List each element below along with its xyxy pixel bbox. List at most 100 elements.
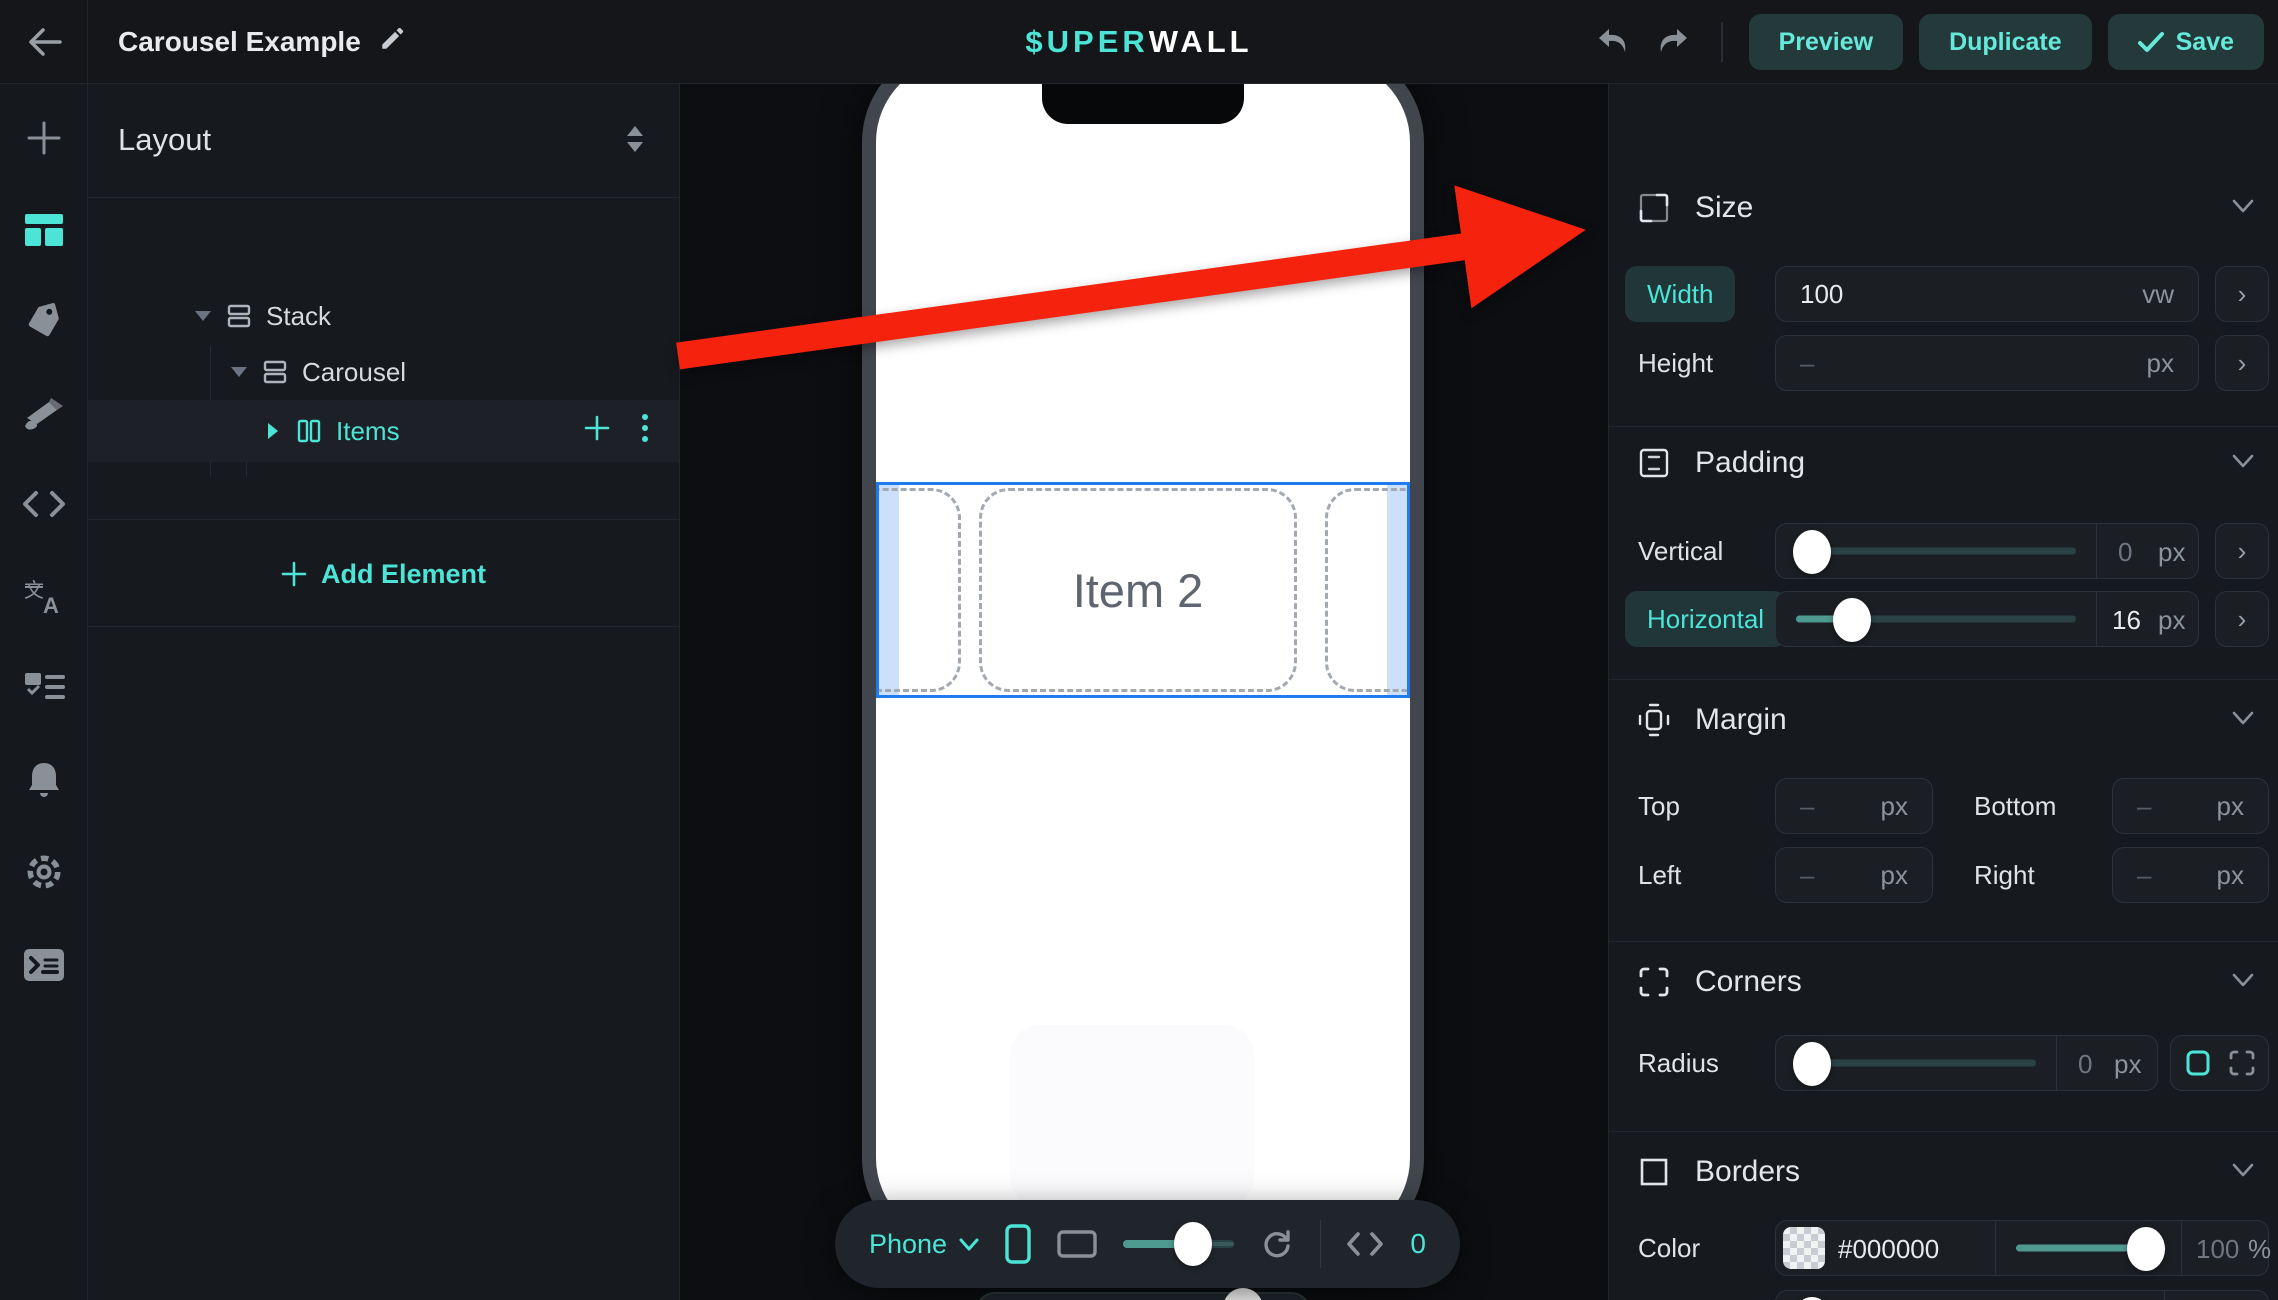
width-label-pill[interactable]: Width [1625, 266, 1735, 322]
width-input[interactable]: 100 vw [1775, 266, 2199, 322]
caret-down-icon[interactable] [226, 365, 252, 379]
arrow-left-icon [26, 27, 62, 57]
phone-screen[interactable]: Item 2 Items [876, 84, 1410, 1240]
undo-button[interactable] [1591, 20, 1635, 64]
add-icon[interactable] [0, 108, 88, 168]
tag-icon[interactable] [0, 291, 88, 351]
terminal-icon[interactable] [0, 935, 88, 995]
collapse-chevron-icon[interactable] [2232, 711, 2254, 730]
tree-node-items-selected[interactable]: Items [88, 400, 679, 462]
sort-layers-icon[interactable] [623, 124, 647, 159]
height-expand-button[interactable]: › [2215, 335, 2269, 391]
portrait-phone-icon[interactable] [1005, 1224, 1031, 1264]
tree-node-label: Stack [266, 301, 331, 332]
duplicate-button[interactable]: Duplicate [1919, 14, 2092, 70]
tree-node-carousel[interactable]: Carousel [88, 344, 679, 400]
border-color-row: #000000 100 % [1775, 1220, 2269, 1276]
left-icon-rail: 文A [0, 84, 88, 1300]
bell-icon[interactable] [0, 750, 88, 810]
height-input[interactable]: – px [1775, 335, 2199, 391]
collapse-chevron-icon[interactable] [2232, 199, 2254, 218]
horizontal-padding-slider[interactable]: 16 px [1775, 591, 2199, 647]
padding-section-header[interactable]: Padding [1637, 435, 2254, 491]
carousel-item-3[interactable] [1325, 488, 1410, 692]
plus-icon [281, 561, 307, 587]
selection-tag: Items [876, 482, 946, 484]
zoom-slider-knob[interactable] [1174, 1222, 1212, 1266]
horizontal-expand-button[interactable]: › [2215, 591, 2269, 647]
radius-slider[interactable]: 0 px [1775, 1035, 2158, 1091]
stack-node-icon [226, 303, 252, 329]
save-button[interactable]: Save [2108, 14, 2264, 70]
padding-icon [1637, 446, 1671, 480]
color-swatch[interactable] [1783, 1227, 1825, 1269]
margin-bottom-input[interactable]: –px [2112, 778, 2269, 834]
preview-button[interactable]: Preview [1749, 14, 1904, 70]
code-toggle-icon[interactable] [1346, 1232, 1384, 1256]
carousel-item-1[interactable] [876, 488, 961, 692]
refresh-icon[interactable] [1260, 1227, 1294, 1261]
landscape-icon[interactable] [1057, 1230, 1097, 1258]
width-expand-button[interactable]: › [2215, 266, 2269, 322]
radius-slider-knob[interactable] [1793, 1042, 1831, 1086]
border-width-slider[interactable]: 0 px [1775, 1290, 2269, 1300]
layout-icon[interactable] [0, 200, 88, 260]
svg-text:A: A [43, 593, 59, 615]
margin-left-input[interactable]: –px [1775, 847, 1933, 903]
add-element-button[interactable]: Add Element [88, 534, 679, 614]
ghost-element [1010, 1025, 1254, 1207]
tree-node-label: Carousel [302, 357, 406, 388]
borders-icon [1637, 1155, 1671, 1189]
borders-section-header[interactable]: Borders [1637, 1144, 2254, 1200]
collapse-chevron-icon[interactable] [2232, 454, 2254, 473]
color-hex-value[interactable]: #000000 [1838, 1221, 1939, 1277]
opacity-slider-knob[interactable] [2127, 1227, 2165, 1271]
device-select[interactable]: Phone [869, 1229, 979, 1260]
topbar-divider [1721, 22, 1723, 62]
checklist-icon[interactable] [0, 657, 88, 717]
collapse-chevron-icon[interactable] [2232, 973, 2254, 992]
per-corner-radius-icon[interactable] [2228, 1049, 2256, 1077]
paint-brush-icon[interactable] [0, 384, 88, 444]
border-color-label: Color [1638, 1220, 1700, 1276]
tree-node-stack[interactable]: Stack [88, 288, 679, 344]
carousel-item-2[interactable]: Item 2 [979, 488, 1297, 692]
vertical-label: Vertical [1638, 523, 1723, 579]
caret-down-icon[interactable] [190, 309, 216, 323]
corners-icon [1637, 965, 1671, 999]
zoom-slider[interactable] [1123, 1240, 1234, 1248]
margin-right-input[interactable]: –px [2112, 847, 2269, 903]
canvas[interactable]: Item 2 Items Phone [681, 84, 1608, 1300]
margin-section-header[interactable]: Margin [1637, 692, 2254, 748]
edit-title-pencil-icon[interactable] [379, 26, 405, 59]
size-icon [1637, 191, 1671, 225]
uniform-radius-icon[interactable] [2184, 1049, 2212, 1077]
vertical-expand-button[interactable]: › [2215, 523, 2269, 579]
more-options-icon[interactable] [641, 412, 649, 451]
selected-carousel-items[interactable]: Item 2 Items [876, 482, 1410, 698]
horizontal-slider-knob[interactable] [1833, 598, 1871, 642]
collapse-chevron-icon[interactable] [2232, 1163, 2254, 1182]
code-icon[interactable] [0, 474, 88, 534]
inspector-panel: Size Width 100 vw › Height – px › Paddin… [1608, 84, 2278, 1300]
corners-section-header[interactable]: Corners [1637, 954, 2254, 1010]
carousel-node-icon [262, 359, 288, 385]
tree-node-label: Items [336, 416, 400, 447]
back-button[interactable] [0, 0, 88, 84]
redo-button[interactable] [1651, 20, 1695, 64]
gear-icon[interactable] [0, 842, 88, 902]
size-section-header[interactable]: Size [1637, 180, 2254, 236]
height-label: Height [1638, 335, 1713, 391]
vertical-padding-slider[interactable]: 0 px [1775, 523, 2199, 579]
vertical-slider-knob[interactable] [1793, 530, 1831, 574]
radius-label: Radius [1638, 1035, 1719, 1091]
caret-right-icon[interactable] [260, 422, 286, 440]
code-count: 0 [1410, 1228, 1426, 1260]
add-child-icon[interactable] [583, 414, 611, 449]
translate-icon[interactable]: 文A [0, 567, 88, 627]
horizontal-label-pill[interactable]: Horizontal [1625, 591, 1786, 647]
margin-bottom-label: Bottom [1974, 778, 2056, 834]
secondary-knob [1223, 1288, 1263, 1300]
margin-top-input[interactable]: –px [1775, 778, 1933, 834]
items-node-icon [296, 418, 322, 444]
